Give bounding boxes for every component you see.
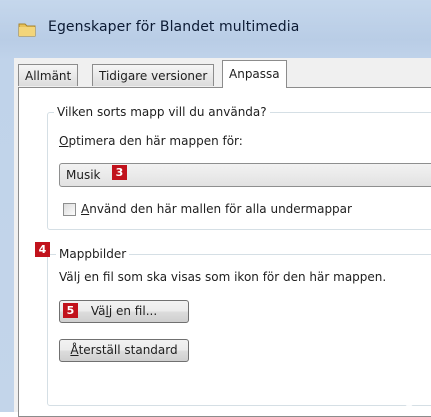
restore-accel: Å <box>70 343 79 357</box>
dialog-client-area: Allmänt Tidigare versioner Anpassa Vilke… <box>14 58 431 417</box>
apply-template-checkbox[interactable] <box>63 203 76 216</box>
optimize-label-text: ptimera den här mappen för: <box>68 134 243 148</box>
dialog-window: Egenskaper för Blandet multimedia Allmän… <box>0 0 431 417</box>
folder-type-group-label: Vilken sorts mapp vill du använda? <box>54 105 270 119</box>
tab-panel-customize: Vilken sorts mapp vill du använda? Optim… <box>18 87 431 417</box>
annotation-badge-4: 4 <box>35 242 50 257</box>
title-bar[interactable]: Egenskaper för Blandet multimedia <box>0 0 431 58</box>
tab-previous-versions[interactable]: Tidigare versioner <box>92 64 215 86</box>
choose-file-button[interactable]: Välj en fil... <box>59 300 189 323</box>
apply-template-label[interactable]: Använd den här mallen för alla undermapp… <box>81 202 352 216</box>
choose-file-text-a: Vä <box>90 304 106 318</box>
tab-customize[interactable]: Anpassa <box>222 60 287 88</box>
choose-file-text-b: j en fil... <box>108 304 158 318</box>
tab-general[interactable]: Allmänt <box>18 64 79 86</box>
annotation-badge-5: 5 <box>63 303 78 318</box>
restore-text: terställ standard <box>78 343 178 357</box>
folder-pictures-description: Välj en fil som ska visas som ikon för d… <box>59 270 387 284</box>
apply-template-label-text: nvänd den här mallen för alla undermappa… <box>89 202 352 216</box>
restore-default-button[interactable]: Återställ standard <box>59 339 189 362</box>
optimize-label: Optimera den här mappen för: <box>59 134 243 148</box>
annotation-badge-3: 3 <box>112 165 127 180</box>
folder-icon <box>18 23 36 37</box>
folder-type-selected: Musik <box>66 168 101 182</box>
window-title: Egenskaper för Blandet multimedia <box>48 19 300 35</box>
folder-pictures-group-label: Mappbilder <box>56 247 130 261</box>
apply-template-accel: A <box>81 202 90 216</box>
